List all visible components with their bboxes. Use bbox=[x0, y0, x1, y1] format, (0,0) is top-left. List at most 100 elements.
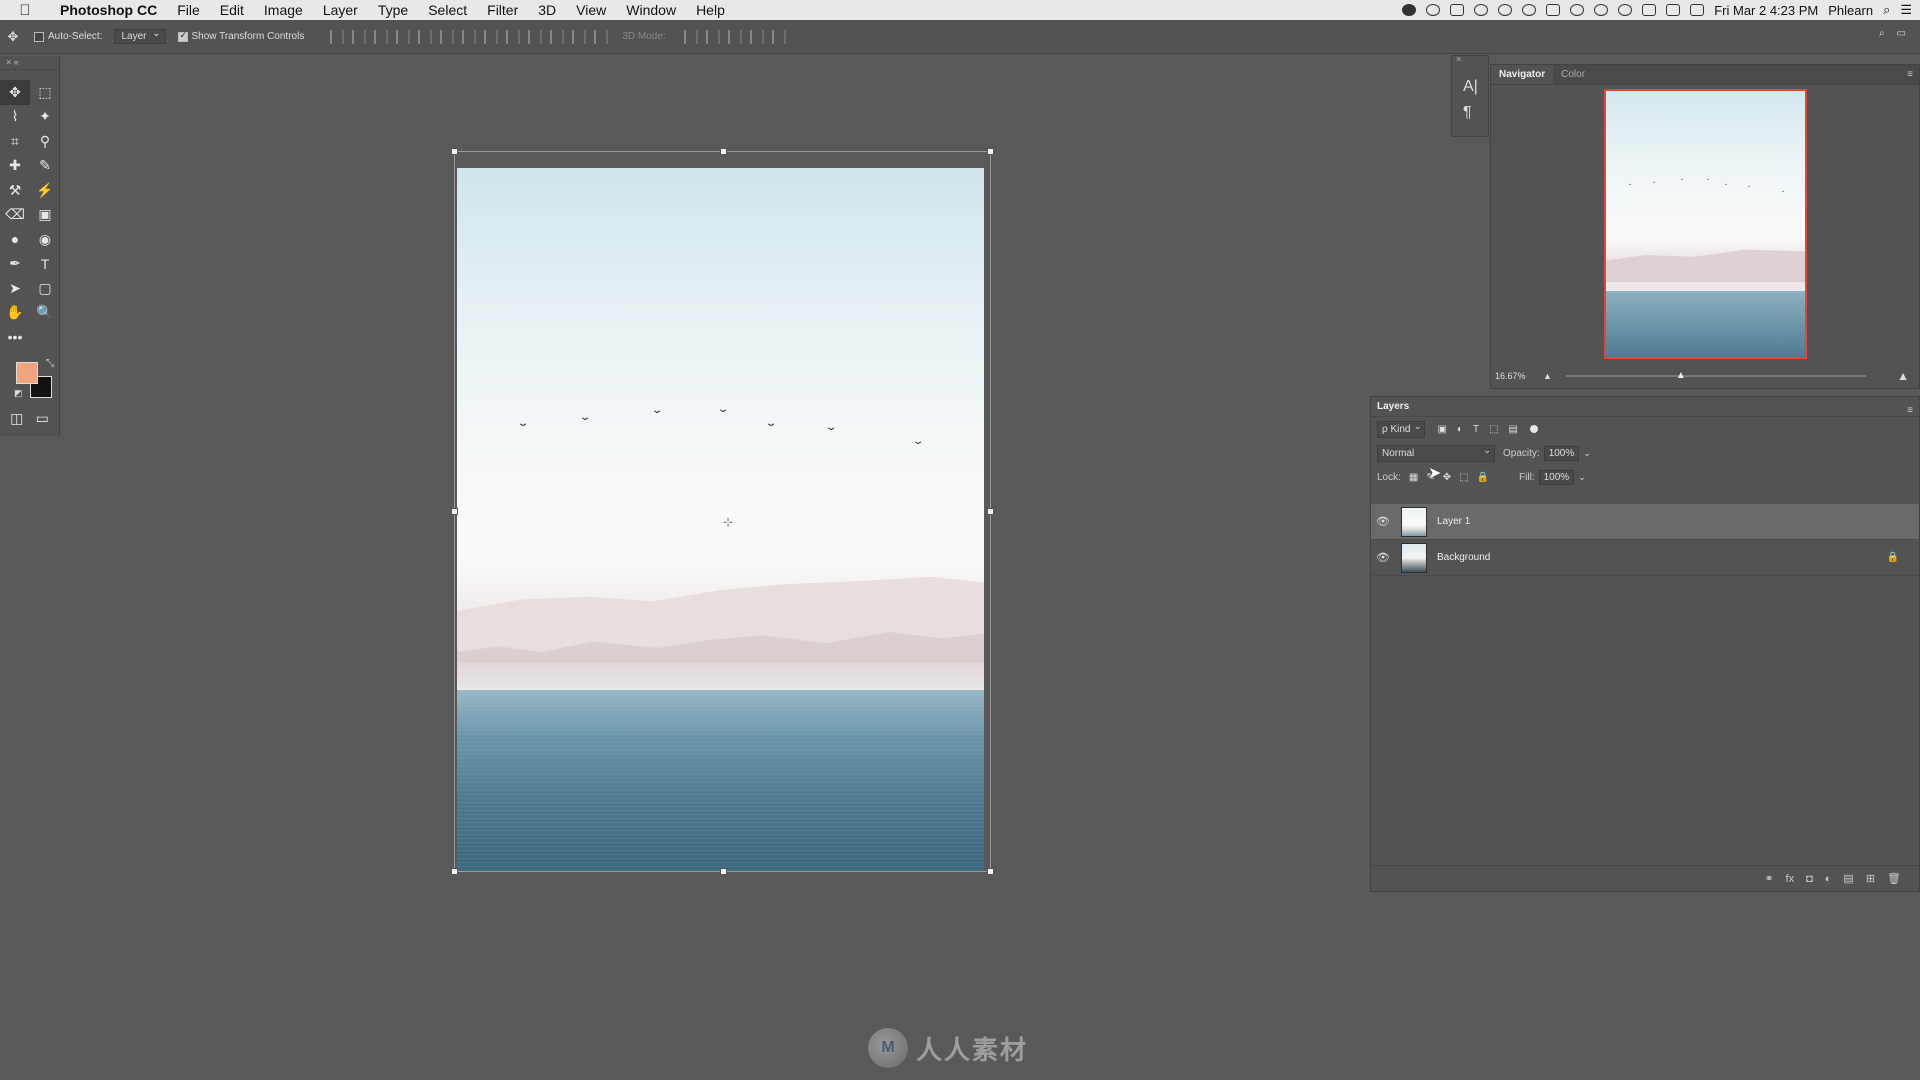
auto-align-button[interactable] bbox=[594, 29, 609, 44]
new-layer-icon[interactable]: ⊞ bbox=[1866, 872, 1875, 885]
menu-view[interactable]: View bbox=[566, 0, 616, 20]
show-transform-controls-checkbox[interactable]: Show Transform Controls bbox=[177, 30, 304, 42]
eyedropper-tool-icon[interactable]: ⚲ bbox=[30, 129, 60, 154]
volume-icon[interactable] bbox=[1690, 4, 1705, 16]
menu-window[interactable]: Window bbox=[616, 0, 686, 20]
eraser-tool-icon[interactable]: ⌫ bbox=[0, 203, 30, 228]
blend-mode-dropdown[interactable]: Normal bbox=[1377, 444, 1495, 462]
opacity-field[interactable]: 100% bbox=[1543, 445, 1580, 461]
tray-app-icon[interactable] bbox=[1402, 4, 1417, 16]
foreground-color-swatch[interactable] bbox=[16, 361, 38, 384]
default-colors-icon[interactable]: ◩ bbox=[14, 388, 23, 399]
paragraph-panel-icon[interactable]: ¶ bbox=[1463, 104, 1472, 122]
align-top-edges-button[interactable] bbox=[330, 29, 345, 44]
lasso-tool-icon[interactable]: ⌇ bbox=[0, 105, 30, 130]
tray-drive-icon[interactable] bbox=[1522, 4, 1537, 16]
healing-brush-tool-icon[interactable]: ✚ bbox=[0, 154, 30, 179]
transform-handle-top-right[interactable] bbox=[987, 148, 994, 155]
search-icon[interactable]: ⌕ bbox=[1879, 28, 1885, 39]
3d-scale-button[interactable] bbox=[771, 29, 786, 44]
shape-tool-icon[interactable]: ▢ bbox=[30, 276, 60, 301]
canvas-area[interactable]: ⌄ ⌄ ⌄ ⌄ ⌄ ⌄ ⌄ ⊹ bbox=[60, 55, 1360, 1080]
smart-object-filter-icon[interactable]: ▤ bbox=[1509, 424, 1518, 435]
spotlight-search-icon[interactable]: ⌕ bbox=[1883, 2, 1890, 18]
fill-field[interactable]: 100% bbox=[1538, 469, 1575, 485]
filter-kind-dropdown[interactable]: ρ Kind bbox=[1377, 420, 1426, 438]
menu-photoshop[interactable]: Photoshop CC bbox=[50, 0, 167, 20]
menu-select[interactable]: Select bbox=[418, 0, 477, 20]
swap-colors-icon[interactable]: ⤡ bbox=[46, 358, 54, 369]
menubar-user[interactable]: Phlearn bbox=[1828, 3, 1873, 18]
transform-handle-top-left[interactable] bbox=[451, 148, 458, 155]
auto-select-box[interactable] bbox=[34, 31, 44, 42]
navigator-menu-icon[interactable]: ≡ bbox=[1907, 69, 1913, 80]
align-left-edges-button[interactable] bbox=[396, 29, 411, 44]
menu-layer[interactable]: Layer bbox=[313, 0, 368, 20]
wifi-icon[interactable] bbox=[1618, 4, 1633, 16]
tray-cloud-icon[interactable] bbox=[1426, 4, 1441, 16]
brush-tool-icon[interactable]: ✎ bbox=[30, 154, 60, 179]
pixel-filter-icon[interactable]: ▣ bbox=[1437, 424, 1446, 435]
transform-handle-bottom-right[interactable] bbox=[987, 868, 994, 875]
menu-filter[interactable]: Filter bbox=[477, 0, 528, 20]
tray-window-icon[interactable] bbox=[1546, 4, 1561, 16]
3d-pan-button[interactable] bbox=[727, 29, 742, 44]
distribute-vcenter-button[interactable] bbox=[484, 29, 499, 44]
distribute-top-button[interactable] bbox=[462, 29, 477, 44]
character-panel-icon[interactable]: A| bbox=[1463, 78, 1478, 96]
visibility-eye-icon[interactable]: 👁 bbox=[1371, 515, 1395, 528]
menu-help[interactable]: Help bbox=[686, 0, 735, 20]
screen-mode-icon[interactable]: ▭ bbox=[36, 410, 49, 427]
menu-edit[interactable]: Edit bbox=[210, 0, 254, 20]
transform-handle-bottom[interactable] bbox=[720, 868, 727, 875]
zoom-slider-thumb[interactable]: ▲ bbox=[1676, 370, 1686, 381]
link-layers-icon[interactable]: ⚭ bbox=[1764, 872, 1773, 885]
auto-select-checkbox[interactable]: Auto-Select: bbox=[34, 31, 102, 42]
align-right-edges-button[interactable] bbox=[440, 29, 455, 44]
menu-file[interactable]: File bbox=[167, 0, 210, 20]
zoom-out-icon[interactable]: ▲ bbox=[1543, 371, 1552, 381]
quick-mask-icon[interactable]: ◫ bbox=[10, 410, 23, 427]
airplay-icon[interactable] bbox=[1642, 4, 1657, 16]
tray-time-machine-icon[interactable] bbox=[1570, 4, 1585, 16]
3d-slide-button[interactable] bbox=[749, 29, 764, 44]
eject-icon[interactable] bbox=[1666, 4, 1681, 16]
show-transform-controls-box[interactable] bbox=[177, 30, 188, 42]
distribute-right-button[interactable] bbox=[572, 29, 587, 44]
navigator-preview[interactable]: ⌄ ⌄ ⌄ ⌄ ⌄ ⌄ ⌄ bbox=[1604, 89, 1807, 359]
tab-navigator[interactable]: Navigator bbox=[1491, 65, 1554, 84]
zoom-slider[interactable]: ▲ bbox=[1565, 370, 1866, 381]
3d-orbit-button[interactable] bbox=[683, 29, 698, 44]
layer-row-background[interactable]: 👁 Background 🔒 bbox=[1371, 540, 1919, 576]
align-bottom-edges-button[interactable] bbox=[374, 29, 389, 44]
move-tool-preset-icon[interactable]: ✥ bbox=[4, 28, 22, 46]
dodge-tool-icon[interactable]: ◉ bbox=[30, 227, 60, 252]
tray-bluetooth-icon[interactable] bbox=[1594, 4, 1609, 16]
marquee-tool-icon[interactable]: ⬚ bbox=[30, 80, 60, 105]
shape-filter-icon[interactable]: ⬚ bbox=[1489, 424, 1498, 435]
gradient-tool-icon[interactable]: ▣ bbox=[30, 203, 60, 228]
tab-color[interactable]: Color bbox=[1553, 65, 1593, 84]
history-brush-tool-icon[interactable]: ⚡ bbox=[30, 178, 60, 203]
tools-panel-grip[interactable]: × « bbox=[0, 56, 59, 70]
hand-tool-icon[interactable]: ✋ bbox=[0, 301, 30, 326]
edit-toolbar-icon[interactable]: ••• bbox=[0, 325, 30, 350]
fill-dropdown-icon[interactable]: ⌄ bbox=[1578, 472, 1586, 483]
pen-tool-icon[interactable]: ✒ bbox=[0, 252, 30, 277]
auto-select-dropdown[interactable]: Layer bbox=[114, 28, 166, 44]
layer-style-icon[interactable]: fx bbox=[1786, 873, 1795, 885]
zoom-tool-icon[interactable]: 🔍 bbox=[30, 301, 60, 326]
adjustment-filter-icon[interactable]: ◐ bbox=[1457, 424, 1463, 435]
transform-handle-left[interactable] bbox=[451, 508, 458, 515]
layer-name[interactable]: Background bbox=[1437, 552, 1490, 563]
tray-sync-icon[interactable] bbox=[1498, 4, 1513, 16]
transform-handle-top[interactable] bbox=[720, 148, 727, 155]
tray-clock-icon[interactable] bbox=[1474, 4, 1489, 16]
transform-handle-right[interactable] bbox=[987, 508, 994, 515]
layer-name[interactable]: Layer 1 bbox=[1437, 516, 1470, 527]
3d-roll-button[interactable] bbox=[705, 29, 720, 44]
align-horizontal-centers-button[interactable] bbox=[418, 29, 433, 44]
distribute-hcenter-button[interactable] bbox=[550, 29, 565, 44]
transform-handle-bottom-left[interactable] bbox=[451, 868, 458, 875]
opacity-dropdown-icon[interactable]: ⌄ bbox=[1583, 448, 1591, 459]
